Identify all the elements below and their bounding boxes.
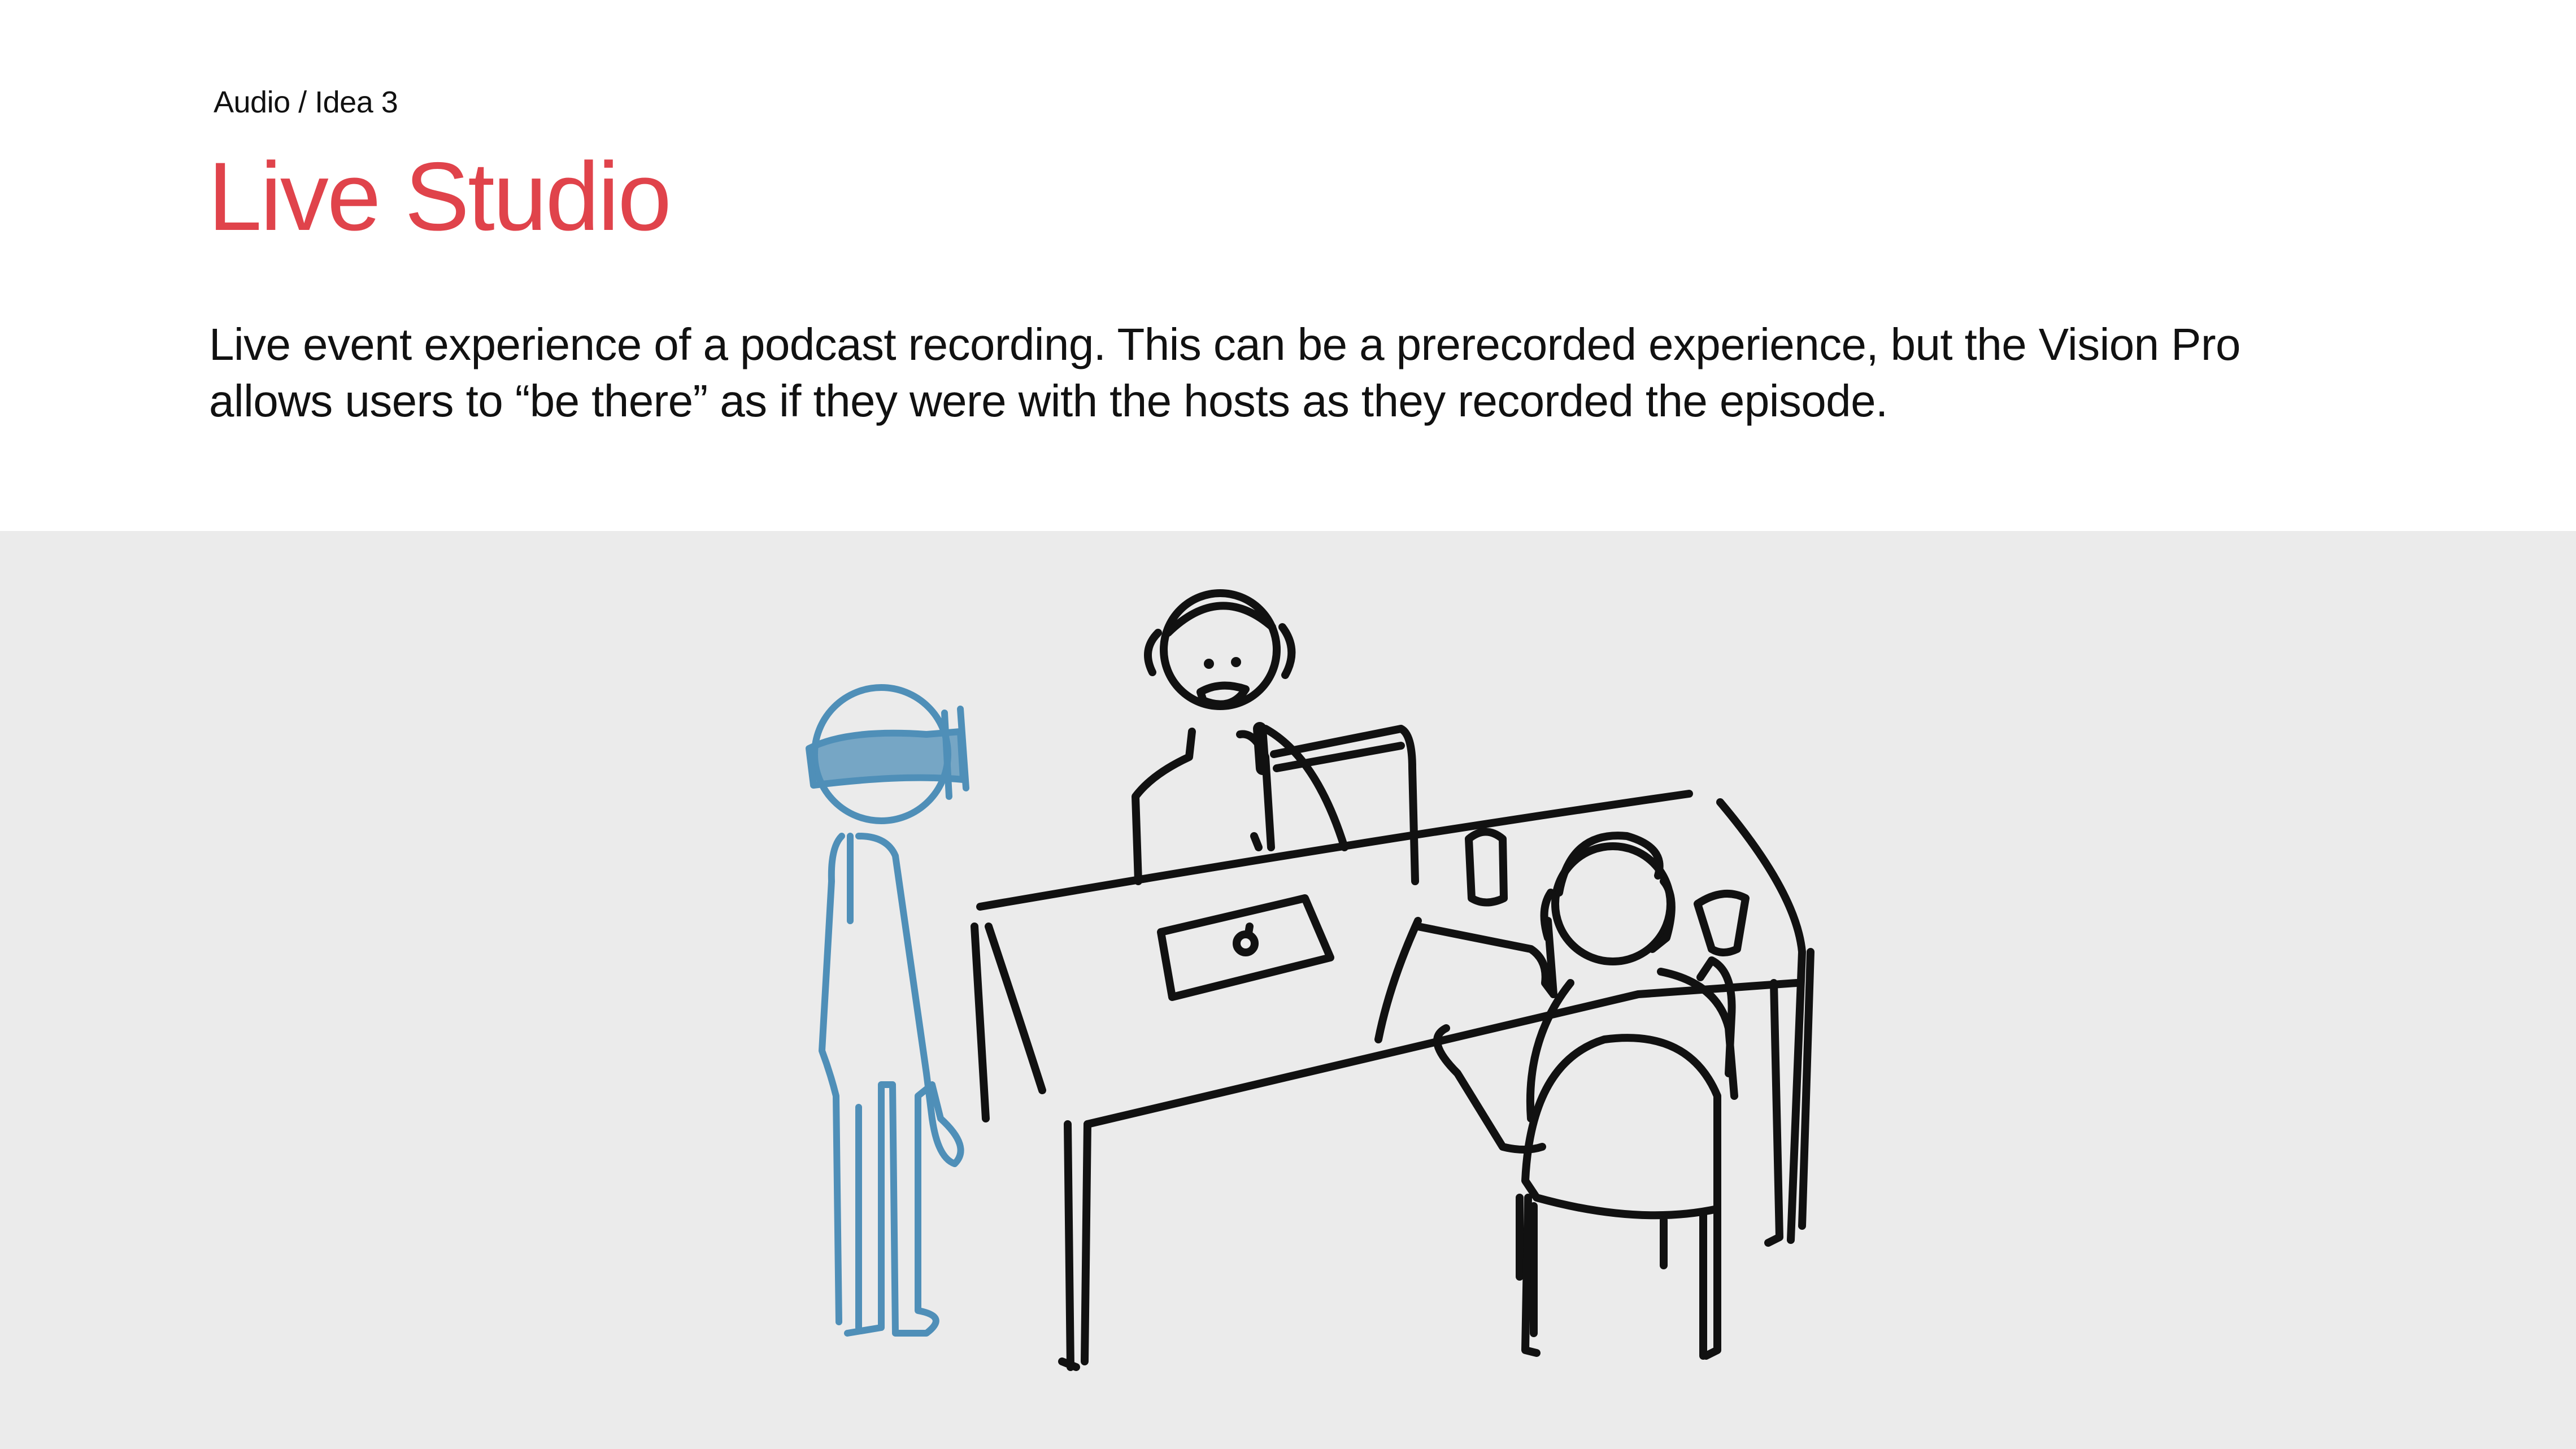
laptop-on-table bbox=[1157, 894, 1334, 1001]
coffee-cup-icon bbox=[1694, 890, 1750, 956]
studio-table bbox=[971, 790, 1814, 1371]
host-figure-right bbox=[1374, 832, 1738, 1360]
description-text: Live event experience of a podcast recor… bbox=[209, 319, 2240, 426]
podcast-studio-sketch bbox=[806, 589, 1814, 1371]
breadcrumb: Audio / Idea 3 bbox=[214, 85, 398, 119]
slide-header: Audio / Idea 3 Live Studio Live event ex… bbox=[0, 0, 2576, 531]
cup-icon bbox=[1465, 828, 1508, 907]
page-title: Live Studio bbox=[208, 142, 672, 251]
sketch-illustration bbox=[0, 531, 2576, 1449]
vr-viewer-figure bbox=[806, 684, 969, 1337]
